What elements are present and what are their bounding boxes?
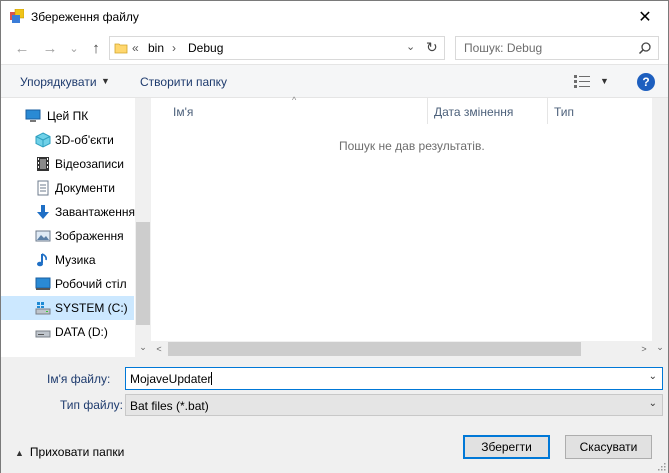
view-dropdown-icon[interactable]: ▼ bbox=[600, 76, 609, 86]
tree-item-label: Відеозаписи bbox=[55, 157, 124, 171]
address-dropdown-icon[interactable]: ⌄ bbox=[406, 40, 415, 53]
new-folder-button[interactable]: Створити папку bbox=[140, 75, 227, 89]
tree-item-label: Робочий стіл bbox=[55, 277, 127, 291]
cancel-button[interactable]: Скасувати bbox=[565, 435, 652, 459]
title-bar: Збереження файлу ✕ bbox=[1, 1, 668, 32]
3d-objects-icon bbox=[35, 132, 51, 148]
tree-item-label: DATA (D:) bbox=[55, 325, 108, 339]
back-button[interactable]: ← bbox=[13, 40, 31, 58]
help-button[interactable]: ? bbox=[637, 73, 655, 91]
breadcrumb-item-debug[interactable]: Debug bbox=[188, 41, 223, 55]
filename-value: MojaveUpdater bbox=[130, 372, 213, 386]
tree-item-label: Зображення bbox=[55, 229, 124, 243]
tree-item-desktop[interactable]: Робочий стіл bbox=[1, 272, 134, 296]
scroll-down-icon[interactable]: ⌄ bbox=[135, 339, 151, 355]
browser-content: Цей ПК 3D-об'єкти Відеозаписи Документи … bbox=[1, 95, 668, 357]
filename-input[interactable]: MojaveUpdater ⌄ bbox=[125, 367, 663, 390]
breadcrumb-overflow[interactable]: « bbox=[132, 41, 139, 55]
desktop-icon bbox=[35, 277, 51, 290]
recent-locations-button[interactable]: ⌄ bbox=[65, 40, 83, 58]
video-icon bbox=[37, 157, 49, 171]
music-icon bbox=[37, 253, 47, 267]
chevron-down-icon[interactable]: ⌄ bbox=[649, 371, 657, 382]
column-header-type[interactable]: Тип bbox=[554, 105, 574, 131]
tree-item-label: Музика bbox=[55, 253, 96, 267]
organize-button[interactable]: Упорядкувати bbox=[20, 75, 97, 89]
save-file-dialog: Збереження файлу ✕ ← → ⌄ ↑ « bin › Debug… bbox=[0, 0, 669, 473]
resize-grip-icon[interactable] bbox=[656, 461, 666, 471]
tree-item-label: SYSTEM (C:) bbox=[55, 301, 128, 315]
filetype-label: Тип файлу: bbox=[60, 398, 123, 412]
scrollbar-thumb[interactable] bbox=[136, 222, 150, 325]
app-icon bbox=[10, 9, 24, 23]
file-list: ^ Ім'я Дата змінення Тип Пошук не дав ре… bbox=[151, 95, 668, 357]
tree-item-3d-objects[interactable]: 3D-об'єкти bbox=[1, 128, 134, 152]
system-drive-icon bbox=[35, 302, 51, 315]
close-icon: ✕ bbox=[638, 8, 652, 26]
dialog-footer: ▲ Приховати папки Зберегти Скасувати bbox=[1, 417, 668, 473]
breadcrumb-item-bin[interactable]: bin bbox=[148, 41, 164, 55]
pictures-icon bbox=[35, 230, 51, 242]
navigation-pane: Цей ПК 3D-об'єкти Відеозаписи Документи … bbox=[1, 98, 151, 357]
address-bar[interactable]: « bin › Debug ⌄ ↻ bbox=[109, 36, 445, 60]
column-divider[interactable] bbox=[427, 98, 428, 124]
close-button[interactable]: ✕ bbox=[622, 1, 668, 32]
filetype-value: Bat files (*.bat) bbox=[130, 399, 209, 413]
column-header-date-modified[interactable]: Дата змінення bbox=[434, 105, 513, 131]
sort-ascending-icon: ^ bbox=[292, 95, 297, 105]
tree-item-videos[interactable]: Відеозаписи bbox=[1, 152, 134, 176]
filetype-select[interactable]: Bat files (*.bat) ⌄ bbox=[125, 394, 663, 416]
refresh-icon[interactable]: ↻ bbox=[426, 39, 438, 56]
hide-folders-label: Приховати папки bbox=[29, 445, 125, 459]
window-title: Збереження файлу bbox=[31, 10, 139, 24]
hide-folders-button[interactable]: ▲ Приховати папки bbox=[15, 445, 124, 459]
file-list-vertical-scrollbar[interactable]: ⌄ bbox=[652, 98, 668, 357]
folder-icon bbox=[114, 43, 128, 54]
tree-item-this-pc[interactable]: Цей ПК bbox=[1, 104, 134, 128]
drive-icon bbox=[35, 330, 51, 338]
computer-icon bbox=[25, 109, 41, 122]
empty-result-message: Пошук не дав результатів. bbox=[339, 139, 485, 153]
tree-item-label: Цей ПК bbox=[47, 109, 89, 123]
save-button[interactable]: Зберегти bbox=[463, 435, 550, 459]
save-form: Ім'я файлу: MojaveUpdater ⌄ Тип файлу: B… bbox=[1, 357, 668, 417]
scroll-down-icon[interactable]: ⌄ bbox=[652, 339, 668, 355]
breadcrumb-separator[interactable]: › bbox=[172, 41, 176, 55]
up-folder-button[interactable]: ↑ bbox=[87, 40, 105, 58]
file-list-horizontal-scrollbar[interactable]: < > bbox=[151, 341, 652, 357]
tree-item-label: Завантаження bbox=[55, 205, 135, 219]
tree-item-music[interactable]: Музика bbox=[1, 248, 134, 272]
navigation-bar: ← → ⌄ ↑ « bin › Debug ⌄ ↻ Пошук: Debug bbox=[1, 32, 668, 64]
search-icon[interactable] bbox=[638, 41, 652, 55]
downloads-icon bbox=[37, 205, 49, 219]
tree-item-system-drive[interactable]: SYSTEM (C:) bbox=[1, 296, 134, 320]
scrollbar-thumb[interactable] bbox=[168, 342, 581, 356]
search-input[interactable]: Пошук: Debug bbox=[455, 36, 659, 60]
documents-icon bbox=[37, 180, 49, 196]
filename-label: Ім'я файлу: bbox=[47, 372, 111, 386]
chevron-down-icon[interactable]: ⌄ bbox=[649, 398, 657, 409]
view-options-icon[interactable] bbox=[574, 74, 590, 88]
command-toolbar: Упорядкувати ▼ Створити папку ▼ ? bbox=[1, 64, 668, 98]
column-divider[interactable] bbox=[547, 98, 548, 124]
tree-item-documents[interactable]: Документи bbox=[1, 176, 134, 200]
scroll-right-icon[interactable]: > bbox=[636, 341, 652, 357]
tree-item-pictures[interactable]: Зображення bbox=[1, 224, 134, 248]
navigation-pane-scrollbar[interactable]: ⌄ bbox=[135, 98, 151, 357]
forward-button[interactable]: → bbox=[41, 40, 59, 58]
chevron-down-icon[interactable]: ▼ bbox=[101, 76, 110, 86]
column-header-name[interactable]: Ім'я bbox=[173, 105, 193, 131]
scroll-left-icon[interactable]: < bbox=[151, 341, 167, 357]
tree-item-data-drive[interactable]: DATA (D:) bbox=[1, 320, 134, 344]
tree-item-downloads[interactable]: Завантаження bbox=[1, 200, 135, 224]
tree-item-label: 3D-об'єкти bbox=[55, 133, 114, 147]
chevron-up-icon: ▲ bbox=[15, 448, 24, 458]
tree-item-label: Документи bbox=[55, 181, 115, 195]
search-placeholder: Пошук: Debug bbox=[464, 41, 543, 55]
